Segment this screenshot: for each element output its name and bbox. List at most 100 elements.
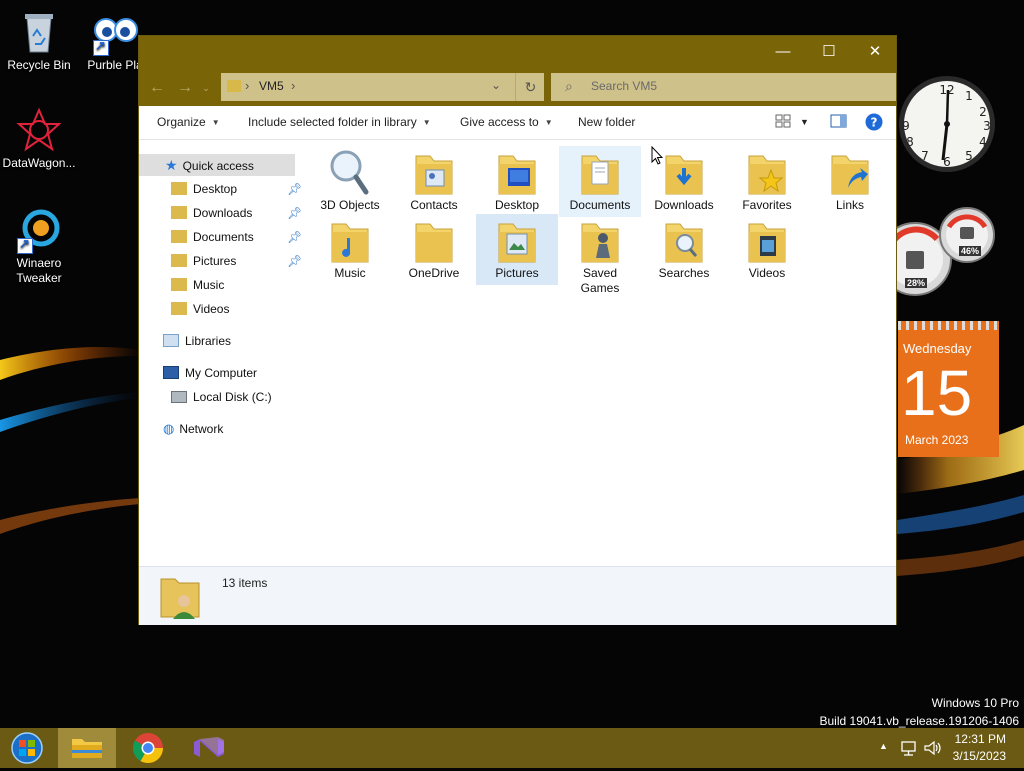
change-view-icon[interactable]: [775, 114, 791, 131]
taskbar-visual-studio[interactable]: [180, 728, 236, 768]
edition-text: Windows 10 Pro: [931, 696, 1019, 710]
back-arrow-icon[interactable]: ←: [145, 76, 169, 100]
command-bar: Organize ▼ Include selected folder in lib…: [139, 106, 896, 140]
address-dropdown-icon[interactable]: ⌄: [491, 78, 501, 92]
drive-icon: [171, 391, 187, 403]
volume-tray-icon[interactable]: [923, 739, 943, 760]
organize-label: Organize: [157, 115, 206, 129]
svg-text:3: 3: [983, 119, 991, 133]
nav-label: Music: [193, 278, 225, 292]
nav-pictures[interactable]: Pictures 📌︎: [171, 250, 302, 272]
purble-eyes-icon: [91, 8, 139, 56]
clock-time[interactable]: 12:31 PM: [946, 732, 1006, 746]
calendar-month-year: March 2023: [905, 433, 969, 447]
winaero-tweaker-icon: [15, 206, 63, 254]
start-button[interactable]: [0, 728, 56, 768]
help-icon[interactable]: ?: [865, 113, 883, 134]
calendar-gadget[interactable]: Wednesday 15 March 2023: [898, 321, 999, 457]
cpu-percent: 28%: [905, 278, 928, 288]
desktop-icon-recycle-bin[interactable]: Recycle Bin: [1, 8, 77, 73]
nav-local-disk[interactable]: Local Disk (C:): [171, 386, 272, 408]
file-label: Documents: [569, 198, 631, 212]
give-access-menu[interactable]: Give access to ▼: [460, 115, 553, 129]
file-label: OneDrive: [408, 266, 460, 280]
breadcrumb-vm5[interactable]: VM5: [259, 79, 284, 93]
nav-videos[interactable]: Videos: [171, 298, 229, 320]
contacts-folder-icon: [410, 148, 458, 198]
taskbar-file-explorer[interactable]: [58, 728, 116, 768]
nav-my-computer[interactable]: My Computer: [163, 362, 257, 384]
title-bar[interactable]: — ☐ ✕: [139, 36, 896, 68]
search-placeholder: Search VM5: [591, 79, 658, 93]
nav-music[interactable]: Music: [171, 274, 224, 296]
desktop-icon-label: DataWagon...: [2, 156, 76, 170]
pin-icon[interactable]: 📌︎: [287, 226, 302, 248]
maximize-button[interactable]: ☐: [806, 36, 852, 68]
file-item-favorites[interactable]: Favorites: [726, 146, 808, 217]
new-folder-button[interactable]: New folder: [578, 115, 635, 129]
tray-overflow-arrow[interactable]: ▲: [879, 741, 888, 751]
close-button[interactable]: ✕: [852, 36, 898, 68]
address-bar[interactable]: › VM5 › ⌄ ↻: [221, 73, 544, 101]
clock-date[interactable]: 3/15/2023: [946, 749, 1006, 763]
file-item-videos[interactable]: Videos: [726, 214, 808, 285]
file-item-3d-objects[interactable]: 3D Objects: [309, 146, 391, 217]
documents-folder-icon: [171, 230, 187, 243]
desktop-icon-winaero-tweaker[interactable]: Winaero Tweaker: [1, 206, 77, 286]
item-count: 13 items: [222, 576, 268, 590]
navigation-pane: ★ Quick access Desktop 📌︎ Downloads 📌︎ Do…: [139, 140, 305, 560]
mouse-cursor: [651, 145, 664, 169]
include-in-library-menu[interactable]: Include selected folder in library ▼: [248, 115, 431, 129]
file-item-saved-games[interactable]: Saved Games: [559, 214, 641, 300]
breadcrumb-separator: ›: [291, 78, 296, 93]
videos-folder-icon: [171, 302, 187, 315]
pin-icon[interactable]: 📌︎: [287, 202, 302, 224]
svg-text:?: ?: [871, 116, 878, 130]
nav-libraries[interactable]: Libraries: [163, 330, 231, 352]
file-explorer-window[interactable]: — ☐ ✕ ← → ⌄ › VM5 › ⌄ ↻ ⌕ Search VM5 Org…: [138, 35, 897, 625]
nav-downloads[interactable]: Downloads 📌︎: [171, 202, 302, 224]
file-item-links[interactable]: Links: [809, 146, 891, 217]
recent-locations-chevron-icon[interactable]: ⌄: [199, 76, 213, 100]
file-label: Desktop: [494, 198, 540, 212]
preview-pane-icon[interactable]: [830, 114, 847, 131]
pin-icon[interactable]: 📌︎: [287, 250, 302, 272]
forward-arrow-icon[interactable]: →: [173, 76, 197, 100]
network-tray-icon[interactable]: [900, 739, 918, 760]
svg-text:9: 9: [902, 119, 910, 133]
view-options-caret-icon[interactable]: ▼: [800, 117, 809, 127]
refresh-icon[interactable]: ↻: [515, 73, 545, 101]
minimize-button[interactable]: —: [760, 36, 806, 68]
cpu-meter-gadget[interactable]: 28% 46%: [878, 205, 1001, 300]
svg-text:7: 7: [921, 149, 929, 163]
file-item-music[interactable]: Music: [309, 214, 391, 285]
svg-text:1: 1: [965, 89, 973, 103]
desktop-icon-datawagon[interactable]: DataWagon...: [1, 106, 77, 171]
nav-desktop[interactable]: Desktop 📌︎: [171, 178, 302, 200]
svg-text:2: 2: [979, 105, 987, 119]
calendar-day: 15: [901, 357, 973, 429]
pin-icon[interactable]: 📌︎: [287, 178, 302, 200]
address-row: ← → ⌄ › VM5 › ⌄ ↻ ⌕ Search VM5: [139, 68, 896, 106]
taskbar-chrome[interactable]: [120, 728, 176, 768]
videos-folder-icon: [743, 216, 791, 266]
nav-label: Desktop: [193, 182, 238, 196]
file-label: Links: [835, 198, 864, 212]
file-item-pictures[interactable]: Pictures: [476, 214, 558, 285]
search-box[interactable]: ⌕ Search VM5: [551, 73, 896, 101]
organize-menu[interactable]: Organize ▼: [157, 115, 220, 129]
file-item-contacts[interactable]: Contacts: [393, 146, 475, 217]
magnifier-icon: [326, 148, 374, 198]
desktop-folder-icon: [171, 182, 187, 195]
file-item-desktop[interactable]: Desktop: [476, 146, 558, 217]
desktop-icon-label: Winaero Tweaker: [16, 256, 62, 285]
nav-network[interactable]: ◍ Network: [163, 418, 223, 440]
nav-documents[interactable]: Documents 📌︎: [171, 226, 302, 248]
nav-quick-access[interactable]: ★ Quick access: [165, 154, 254, 176]
file-label: Pictures: [495, 266, 539, 280]
file-item-documents[interactable]: Documents: [559, 146, 641, 217]
nav-label: Local Disk (C:): [193, 390, 272, 404]
clock-gadget[interactable]: 1212 345 678 9: [897, 60, 1001, 193]
file-item-onedrive[interactable]: OneDrive: [393, 214, 475, 285]
file-item-searches[interactable]: Searches: [643, 214, 725, 285]
